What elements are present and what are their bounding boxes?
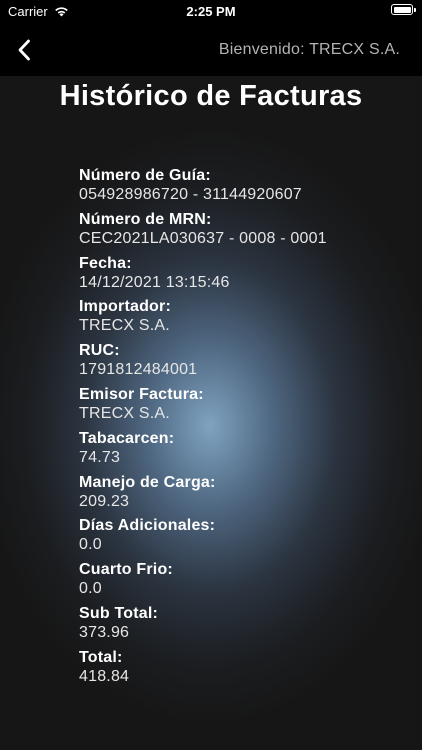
field-value: CEC2021LA030637 - 0008 - 0001: [79, 229, 327, 247]
field-value: 74.73: [79, 448, 121, 466]
field-value: TRECX S.A.: [79, 317, 170, 335]
invoice-history-content: Histórico de Facturas Número de Guía: 05…: [0, 76, 422, 750]
field-label: Número de MRN:: [79, 210, 212, 228]
field-value: 14/12/2021 13:15:46: [79, 273, 230, 291]
field-label: Días Adicionales:: [79, 517, 216, 535]
field-fecha: Fecha: 14/12/2021 13:15:46: [79, 254, 409, 298]
field-value: TRECX S.A.: [79, 404, 170, 422]
field-value: 0.0: [79, 536, 102, 554]
nav-bar: Bienvenido: TRECX S.A.: [0, 24, 422, 76]
invoice-details: Número de Guía: 054928986720 - 311449206…: [79, 166, 409, 692]
field-value: 1791812484001: [79, 361, 198, 379]
battery-icon: [391, 4, 416, 15]
field-label: Sub Total:: [79, 604, 159, 622]
field-label: Total:: [79, 648, 123, 666]
back-button[interactable]: [12, 36, 36, 64]
field-manejo-carga: Manejo de Carga: 209.23: [79, 473, 409, 517]
status-time: 2:25 PM: [186, 4, 236, 19]
screen: Carrier 2:25 PM Bienvenido: TRECX S.A. H…: [0, 0, 422, 750]
field-value: 054928986720 - 31144920607: [79, 186, 302, 203]
field-sub-total: Sub Total: 373.96: [79, 604, 409, 648]
field-dias-adicionales: Días Adicionales: 0.0: [79, 516, 409, 560]
field-cuarto-frio: Cuarto Frio: 0.0: [79, 560, 409, 604]
welcome-label: Bienvenido: TRECX S.A.: [218, 41, 400, 58]
status-bar: Carrier 2:25 PM: [0, 0, 422, 24]
chevron-left-icon: [18, 39, 30, 61]
page-title: Histórico de Facturas: [59, 80, 363, 112]
field-numero-guia: Número de Guía: 054928986720 - 311449206…: [79, 166, 409, 210]
field-ruc: RUC: 1791812484001: [79, 341, 409, 385]
field-label: Tabacarcen:: [79, 429, 175, 447]
field-label: Importador:: [79, 298, 171, 316]
field-value: 209.23: [79, 492, 130, 510]
field-value: 418.84: [79, 667, 130, 685]
field-value: 373.96: [79, 623, 130, 641]
field-value: 0.0: [79, 580, 102, 598]
field-label: Manejo de Carga:: [79, 473, 216, 491]
field-importador: Importador: TRECX S.A.: [79, 297, 409, 341]
field-label: Emisor Factura:: [79, 385, 204, 403]
field-label: Cuarto Frio:: [79, 561, 173, 579]
field-label: Número de Guía:: [79, 167, 211, 184]
field-numero-mrn: Número de MRN: CEC2021LA030637 - 0008 - …: [79, 210, 409, 254]
field-label: RUC:: [79, 342, 120, 360]
field-emisor-factura: Emisor Factura: TRECX S.A.: [79, 385, 409, 429]
field-label: Fecha:: [79, 254, 132, 272]
field-total: Total: 418.84: [79, 648, 409, 692]
field-tabacarcen: Tabacarcen: 74.73: [79, 429, 409, 473]
